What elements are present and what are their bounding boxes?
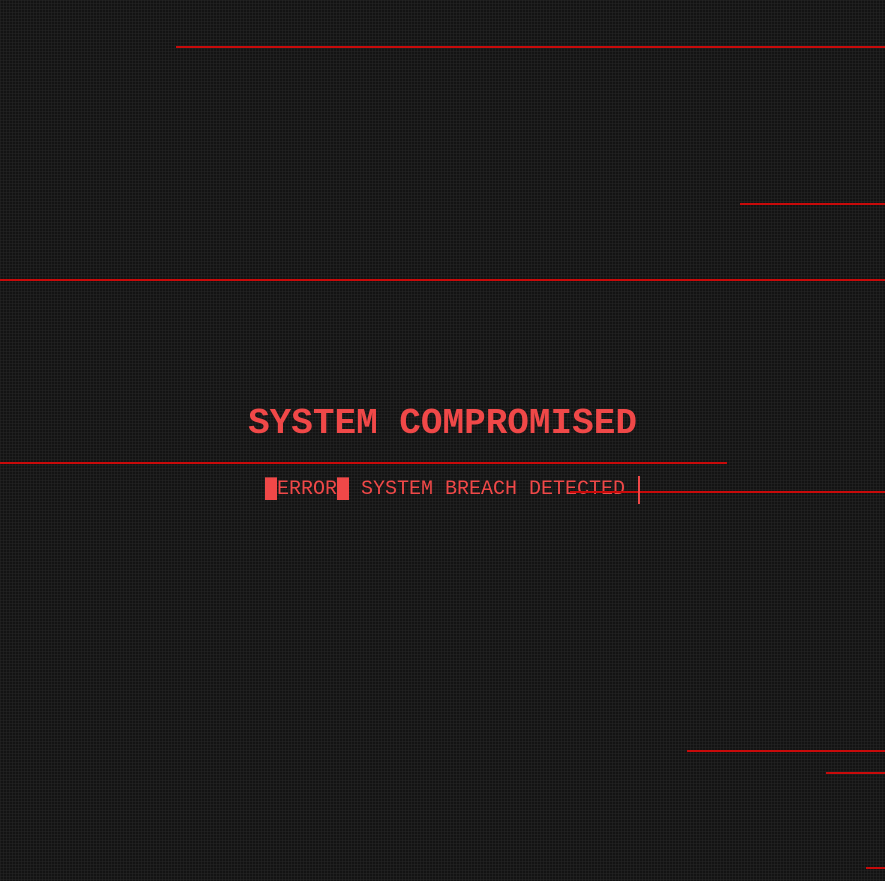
glitch-line [570, 491, 885, 493]
glitch-line [176, 46, 885, 48]
glitch-line [740, 203, 885, 205]
glitch-line [866, 867, 885, 869]
glitch-line [0, 462, 727, 464]
glitch-line [0, 279, 885, 281]
glitch-line [687, 750, 885, 752]
text-cursor [638, 476, 640, 504]
error-message: █ERROR█ SYSTEM BREACH DETECTED [265, 478, 626, 501]
glitch-line [826, 772, 885, 774]
page-title: SYSTEM COMPROMISED [248, 403, 637, 444]
